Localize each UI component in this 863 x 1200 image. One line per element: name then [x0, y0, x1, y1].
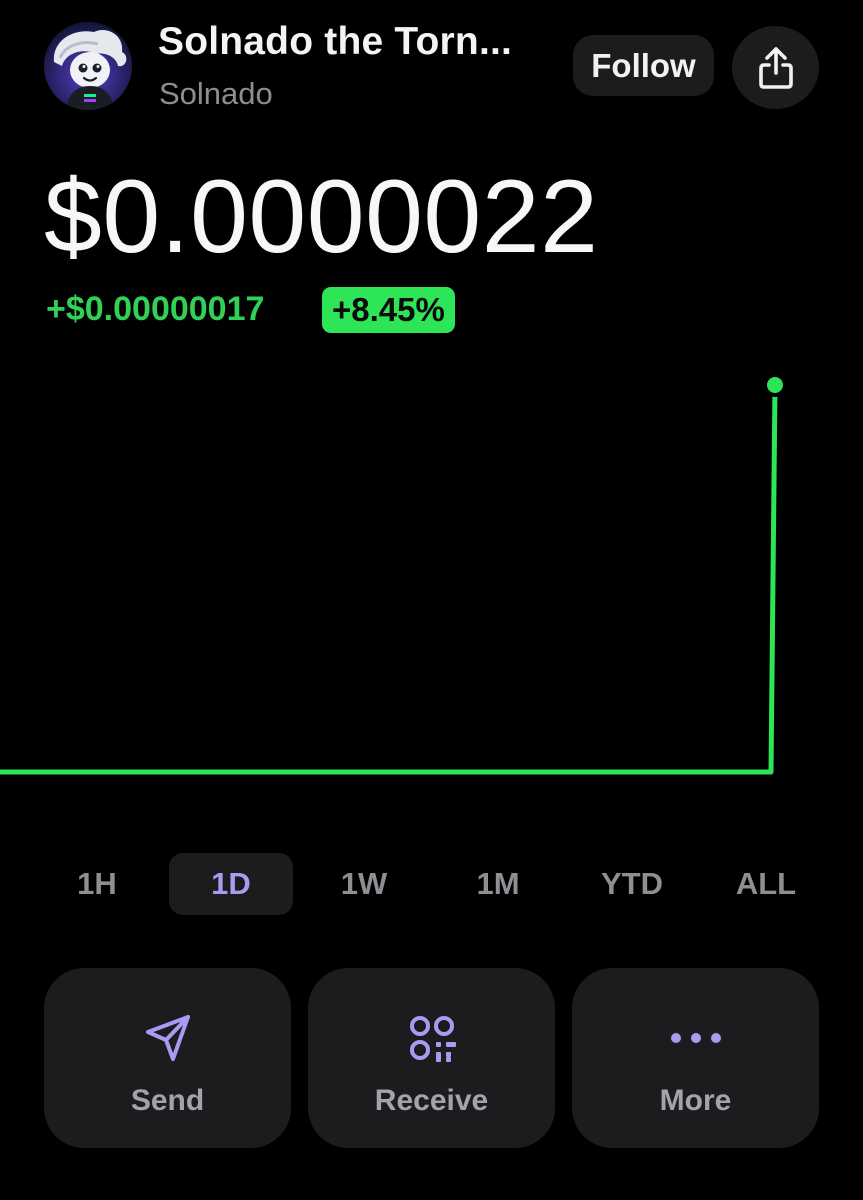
range-tab-1m[interactable]: 1M — [460, 853, 536, 915]
more-label: More — [659, 1084, 732, 1117]
price-chart[interactable] — [0, 340, 863, 820]
range-tab-1h[interactable]: 1H — [60, 853, 134, 915]
time-range-selector: 1H 1D 1W 1M YTD ALL — [0, 853, 863, 917]
receive-button[interactable]: Receive — [308, 968, 555, 1148]
share-icon — [758, 46, 793, 89]
token-name: Solnado the Torn... — [158, 20, 513, 63]
token-symbol: Solnado — [159, 76, 273, 111]
tornado-avatar-image — [44, 22, 132, 110]
send-label: Send — [130, 1084, 205, 1117]
price-series-line — [0, 382, 778, 775]
follow-button[interactable]: Follow — [573, 35, 714, 96]
receive-label: Receive — [374, 1084, 489, 1117]
price-change-amount: +$0.00000017 — [46, 290, 265, 328]
price-change-percent-badge: +8.45% — [322, 287, 455, 333]
send-button[interactable]: Send — [44, 968, 291, 1148]
range-tab-1w[interactable]: 1W — [322, 853, 406, 915]
token-avatar[interactable] — [44, 22, 132, 110]
range-tab-1d[interactable]: 1D — [169, 853, 293, 915]
share-button[interactable] — [732, 26, 819, 109]
token-price: $0.0000022 — [44, 159, 599, 275]
qr-code-icon — [409, 1016, 456, 1062]
current-price-marker — [767, 377, 783, 393]
more-button[interactable]: More — [572, 968, 819, 1148]
more-dots-icon — [670, 1033, 721, 1043]
range-tab-all[interactable]: ALL — [722, 853, 810, 915]
token-detail-screen: Solnado the Torn... Solnado Follow $0.00… — [0, 0, 863, 1200]
range-tab-ytd[interactable]: YTD — [584, 853, 680, 915]
send-icon — [145, 1015, 190, 1061]
